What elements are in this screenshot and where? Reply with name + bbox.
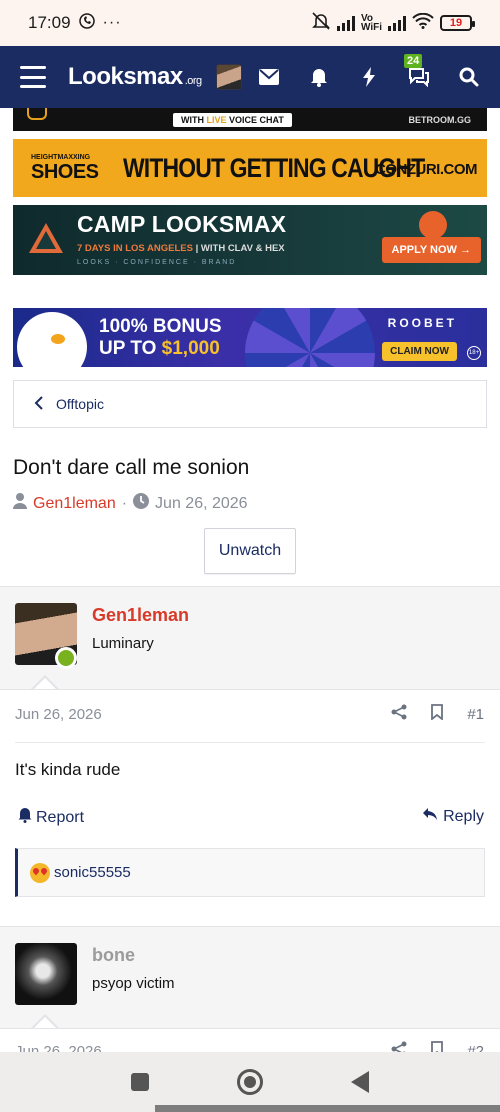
bookmark-icon[interactable] bbox=[431, 704, 444, 724]
user-title: Luminary bbox=[92, 635, 154, 652]
more-notifications-icon: ··· bbox=[102, 14, 122, 31]
share-icon[interactable] bbox=[391, 1041, 407, 1052]
wheel-graphic bbox=[245, 308, 375, 367]
apply-now-button[interactable]: APPLY NOW → bbox=[381, 237, 481, 263]
page-title: Don't dare call me sonion bbox=[13, 456, 250, 479]
post-body: Jun 26, 2026 #1 It's kinda rude Report R… bbox=[0, 689, 500, 914]
post-number-link[interactable]: #1 bbox=[467, 706, 484, 723]
user-icon bbox=[13, 493, 27, 514]
reaction-user-link[interactable]: sonic55555 bbox=[54, 864, 131, 881]
post-user-header: Gen1leman Luminary bbox=[0, 586, 500, 690]
mute-icon bbox=[311, 11, 331, 35]
ad-brand: CONZURI.COM bbox=[375, 161, 478, 178]
meta-separator: · bbox=[121, 494, 128, 512]
menu-icon[interactable] bbox=[20, 66, 46, 88]
signal-icon bbox=[336, 15, 355, 31]
tent-icon bbox=[29, 223, 63, 253]
breadcrumb[interactable]: Offtopic bbox=[13, 380, 487, 428]
post-number-link[interactable]: #2 bbox=[467, 1043, 484, 1053]
bookmark-icon[interactable] bbox=[431, 1041, 444, 1052]
ad-title: CAMP LOOKSMAX bbox=[77, 211, 287, 237]
breadcrumb-label[interactable]: Offtopic bbox=[56, 396, 104, 412]
report-label: Report bbox=[36, 808, 85, 826]
post-actions: #2 bbox=[391, 1041, 484, 1052]
roobet-ad-banner[interactable]: 100% BONUS UP TO $1,000 ROOBET CLAIM NOW… bbox=[13, 308, 487, 367]
status-bar: 17:09 ··· Vo WiFi 19 bbox=[0, 0, 500, 46]
thread-date[interactable]: Jun 26, 2026 bbox=[155, 495, 248, 513]
signal-icon-2 bbox=[388, 15, 406, 31]
betroom-ad-banner[interactable]: WITH LIVE VOICE CHAT BETROOM.GG bbox=[13, 108, 487, 131]
sun-graphic bbox=[419, 211, 447, 239]
voice-chat-pill: WITH LIVE VOICE CHAT bbox=[173, 112, 292, 127]
back-icon[interactable] bbox=[351, 1071, 369, 1093]
user-title: psyop victim bbox=[92, 975, 175, 992]
bell-icon[interactable] bbox=[308, 66, 330, 88]
chat-bubble-icon bbox=[27, 108, 47, 120]
home-icon[interactable] bbox=[237, 1069, 263, 1095]
mascot-beak bbox=[51, 334, 65, 344]
thread-meta: Gen1leman · Jun 26, 2026 bbox=[13, 493, 248, 514]
recents-icon[interactable] bbox=[131, 1073, 149, 1091]
reactions-bar[interactable]: sonic55555 bbox=[15, 848, 485, 897]
battery-icon: 19 bbox=[440, 15, 475, 31]
bell-icon bbox=[18, 807, 32, 828]
post-body-partial: Jun 26, 2026 #2 bbox=[0, 1028, 500, 1052]
age-badge: 18+ bbox=[467, 346, 481, 360]
conzuri-ad-banner[interactable]: HEIGHTMAXXING SHOES WITHOUT GETTING CAUG… bbox=[13, 139, 487, 197]
post-content: It's kinda rude bbox=[15, 760, 121, 779]
ad-domain: BETROOM.GG bbox=[408, 114, 472, 125]
phone-icon bbox=[78, 12, 95, 34]
online-indicator bbox=[55, 647, 77, 669]
ad-tags: LOOKS · CONFIDENCE · BRAND bbox=[77, 259, 237, 266]
post-username[interactable]: Gen1leman bbox=[92, 605, 189, 626]
system-navigation-bar bbox=[0, 1052, 500, 1112]
user-avatar[interactable] bbox=[215, 64, 242, 90]
reply-label: Reply bbox=[443, 807, 484, 825]
conversations-icon[interactable]: 24 bbox=[404, 54, 430, 88]
bolt-icon[interactable] bbox=[358, 66, 380, 88]
camp-looksmax-ad-banner[interactable]: CAMP LOOKSMAX 7 DAYS IN LOS ANGELES | WI… bbox=[13, 205, 487, 275]
post-username[interactable]: bone bbox=[92, 945, 135, 966]
divider bbox=[15, 742, 485, 743]
post-date[interactable]: Jun 26, 2026 bbox=[15, 706, 102, 723]
scroll-indicator bbox=[155, 1105, 500, 1112]
wifi-icon bbox=[412, 12, 434, 34]
ad-shoes-word: SHOES bbox=[31, 161, 99, 183]
ad-subtitle: 7 DAYS IN LOS ANGELES | WITH CLAV & HEX bbox=[77, 243, 285, 254]
post-date[interactable]: Jun 26, 2026 bbox=[15, 1043, 102, 1052]
ad-bonus-line: 100% BONUS bbox=[99, 316, 222, 337]
search-icon[interactable] bbox=[458, 66, 480, 88]
ad-amount-line: UP TO $1,000 bbox=[99, 338, 220, 359]
top-navigation: Looksmax .org 24 bbox=[0, 46, 500, 108]
claim-now-button[interactable]: CLAIM NOW bbox=[382, 342, 457, 361]
status-time: 17:09 bbox=[28, 13, 71, 32]
ad-brand: ROOBET bbox=[387, 316, 457, 330]
post-actions: #1 bbox=[391, 704, 484, 724]
notification-badge: 24 bbox=[404, 54, 423, 68]
share-icon[interactable] bbox=[391, 704, 407, 724]
envelope-icon[interactable] bbox=[258, 66, 280, 88]
vowifi-label: Vo WiFi bbox=[360, 13, 382, 33]
heart-eyes-reaction-icon bbox=[30, 862, 50, 883]
report-button[interactable]: Report bbox=[18, 807, 84, 828]
post-user-header: bone psyop victim bbox=[0, 926, 500, 1029]
clock-icon bbox=[133, 493, 150, 514]
unwatch-button[interactable]: Unwatch bbox=[204, 528, 296, 574]
avatar[interactable] bbox=[15, 943, 77, 1005]
thread-author-link[interactable]: Gen1leman bbox=[33, 495, 116, 513]
reply-icon bbox=[422, 807, 438, 826]
site-logo[interactable]: Looksmax .org bbox=[68, 63, 202, 91]
reply-button[interactable]: Reply bbox=[422, 807, 484, 826]
chevron-left-icon bbox=[34, 395, 44, 413]
